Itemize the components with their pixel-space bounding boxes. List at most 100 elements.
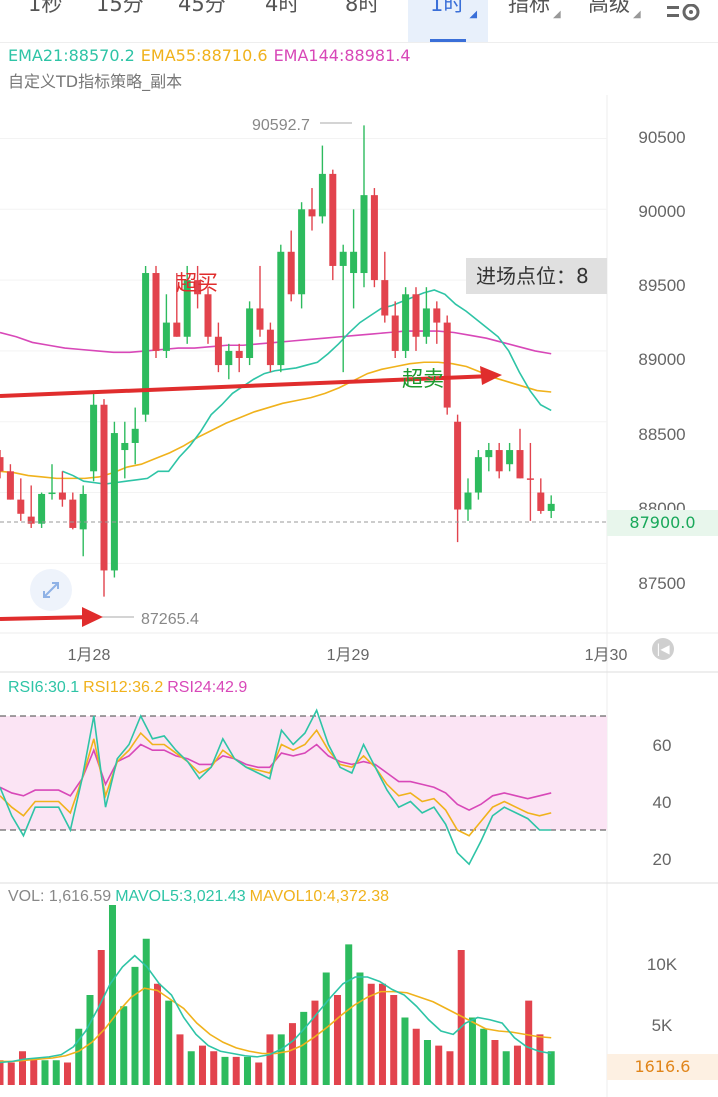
candle-body bbox=[131, 428, 139, 443]
volume-bar bbox=[412, 1028, 420, 1085]
volume-bar bbox=[525, 1000, 533, 1085]
price-tick: 90000 bbox=[638, 202, 685, 221]
volume-bar bbox=[491, 1040, 499, 1085]
volume-bar bbox=[378, 983, 386, 1085]
volume-bar bbox=[108, 905, 116, 1085]
vol-tick: 5K bbox=[652, 1016, 673, 1035]
jump-to-latest-button[interactable]: |◀ bbox=[652, 638, 674, 660]
candle-body bbox=[506, 450, 514, 465]
volume-bar bbox=[390, 995, 398, 1085]
candle-body bbox=[58, 492, 66, 500]
candle-body bbox=[69, 499, 77, 528]
volume-bar bbox=[423, 1040, 431, 1085]
volume-bar bbox=[255, 1062, 263, 1085]
candle-body bbox=[454, 421, 462, 510]
price-tick: 88500 bbox=[638, 425, 685, 444]
candle-body bbox=[547, 503, 555, 511]
candle-body bbox=[339, 251, 347, 266]
candle-body bbox=[246, 308, 254, 358]
candle-body bbox=[204, 294, 212, 337]
candle-body bbox=[308, 209, 316, 217]
volume-bar bbox=[131, 966, 139, 1085]
candle-body bbox=[433, 308, 441, 323]
rsi-tick: 40 bbox=[653, 793, 672, 812]
volume-bar bbox=[446, 1051, 454, 1085]
candle-body bbox=[370, 195, 378, 281]
volume-bar bbox=[333, 995, 341, 1085]
candle-body bbox=[235, 350, 243, 358]
volume-bar bbox=[153, 983, 161, 1085]
candle-body bbox=[110, 433, 118, 571]
volume-bar bbox=[300, 1011, 308, 1085]
candle-body bbox=[6, 471, 14, 500]
candle-body bbox=[17, 499, 25, 514]
volume-bar bbox=[401, 1017, 409, 1085]
candle-body bbox=[526, 478, 534, 480]
mavol5-legend: MAVOL5:3,021.43 bbox=[115, 888, 246, 905]
volume-bar bbox=[277, 1034, 285, 1085]
rsi12-legend: RSI12:36.2 bbox=[83, 679, 163, 696]
candle-body bbox=[100, 404, 108, 571]
overbought-label: 超买 bbox=[176, 271, 218, 295]
volume-bar bbox=[210, 1051, 218, 1085]
candle-body bbox=[360, 195, 368, 274]
date-label: 1月30 bbox=[585, 647, 628, 664]
volume-bar bbox=[7, 1062, 15, 1085]
candle-body bbox=[516, 450, 524, 479]
candle-body bbox=[287, 251, 295, 295]
volume-bar bbox=[187, 1051, 195, 1085]
volume-bar bbox=[468, 1017, 476, 1085]
candle-body bbox=[277, 251, 285, 366]
volume-bar bbox=[0, 1060, 4, 1085]
candle-body bbox=[214, 336, 222, 366]
candle-body bbox=[0, 457, 4, 472]
candle-body bbox=[225, 350, 233, 366]
candle-body bbox=[402, 294, 410, 351]
candle-body bbox=[485, 450, 493, 458]
volume-bar bbox=[97, 950, 105, 1085]
candle-body bbox=[142, 273, 150, 415]
volume-bar bbox=[367, 983, 375, 1085]
candle-body bbox=[79, 493, 87, 530]
candle-body bbox=[27, 516, 35, 524]
candle-body bbox=[162, 322, 170, 351]
rsi6-legend: RSI6:30.1 bbox=[8, 679, 79, 696]
candle-body bbox=[350, 251, 358, 274]
volume-bar bbox=[142, 938, 150, 1085]
candlestick-chart[interactable]: 90500 90000 89500 89000 88500 88000 8750… bbox=[0, 0, 718, 1097]
price-tick: 90500 bbox=[638, 128, 685, 147]
volume-bar bbox=[480, 1028, 488, 1085]
volume-bar bbox=[221, 1056, 229, 1085]
candle-body bbox=[90, 404, 98, 472]
high-price-label: 90592.7 bbox=[252, 117, 310, 134]
candle-body bbox=[422, 308, 430, 337]
price-tick: 89000 bbox=[638, 350, 685, 369]
current-volume-badge: 1616.6 bbox=[607, 1054, 718, 1080]
volume-bar bbox=[63, 1062, 71, 1085]
volume-bar bbox=[288, 1023, 296, 1085]
candle-body bbox=[443, 322, 451, 408]
volume-bar bbox=[232, 1056, 240, 1085]
candle-body bbox=[537, 492, 545, 511]
mavol10-line bbox=[0, 987, 552, 1063]
rsi-legend: RSI6:30.1 RSI12:36.2 RSI24:42.9 bbox=[8, 679, 247, 696]
volume-bar bbox=[513, 1045, 521, 1085]
vol-value: VOL: 1,616.59 bbox=[8, 888, 111, 905]
candle-body bbox=[391, 315, 399, 351]
volume-bar bbox=[547, 1051, 555, 1085]
ema55-line bbox=[0, 361, 552, 480]
volume-bar bbox=[165, 1000, 173, 1085]
candle-body bbox=[256, 308, 264, 330]
price-tick: 89500 bbox=[638, 276, 685, 295]
rsi-tick: 20 bbox=[653, 850, 672, 869]
current-price-badge: 87900.0 bbox=[607, 510, 718, 536]
date-label: 1月28 bbox=[68, 647, 111, 664]
volume-bar bbox=[536, 1034, 544, 1085]
volume-bar bbox=[41, 1060, 49, 1085]
date-label: 1月29 bbox=[327, 647, 370, 664]
expand-chart-button[interactable] bbox=[30, 569, 72, 611]
volume-bar bbox=[502, 1051, 510, 1085]
candle-body bbox=[48, 492, 56, 495]
volume-bar bbox=[243, 1056, 251, 1085]
volume-bar bbox=[356, 972, 364, 1085]
